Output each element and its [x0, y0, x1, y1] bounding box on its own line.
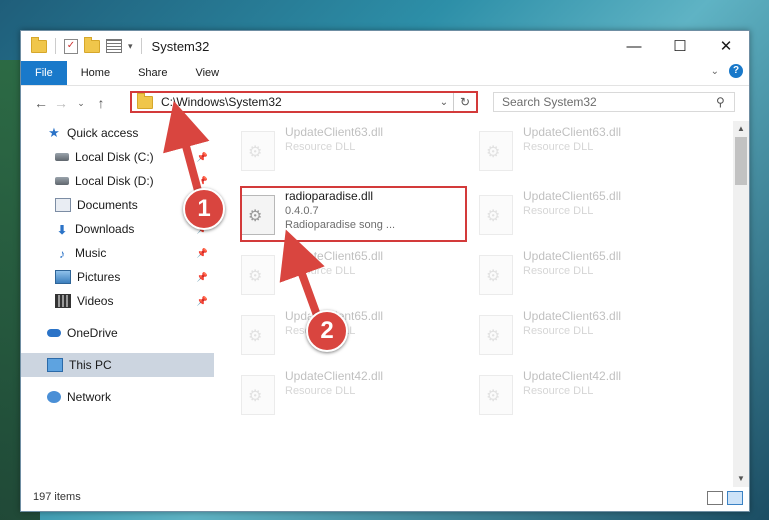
arrow-2: [279, 229, 325, 320]
tutorial-arrows: [163, 100, 325, 324]
arrow-1: [163, 100, 210, 200]
step-1-badge: 1: [183, 188, 225, 230]
step-2-badge: 2: [306, 310, 348, 352]
